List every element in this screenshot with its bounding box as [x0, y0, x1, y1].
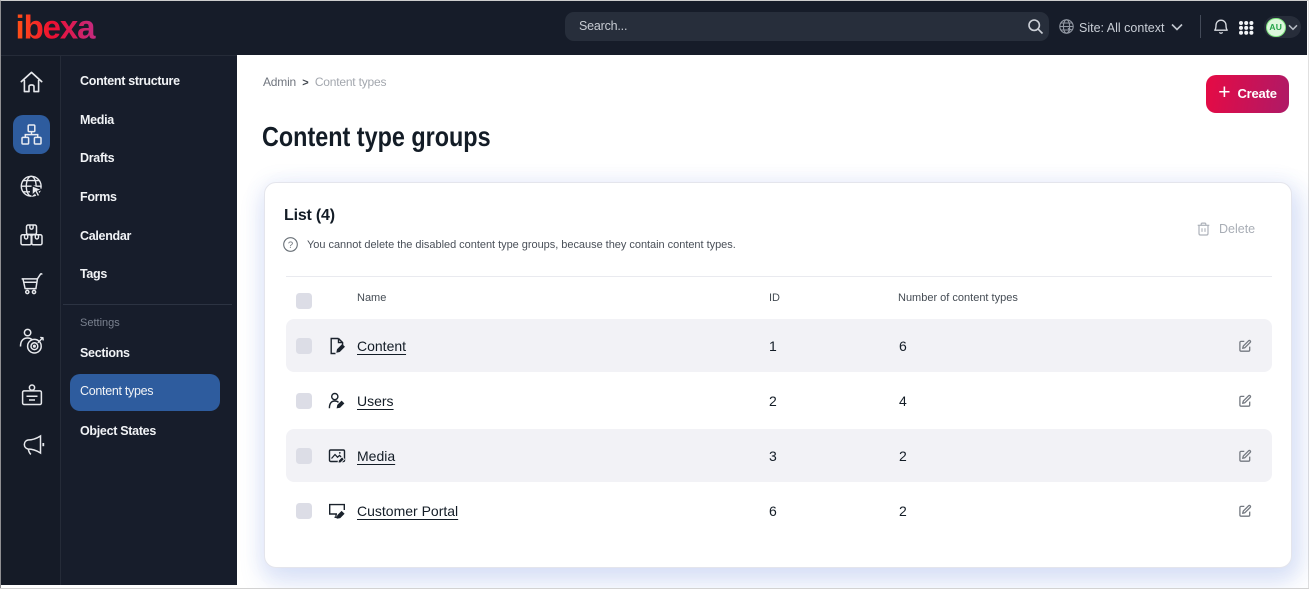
svg-text:?: ? [288, 240, 293, 251]
svg-text:ibexa: ibexa [17, 9, 96, 45]
